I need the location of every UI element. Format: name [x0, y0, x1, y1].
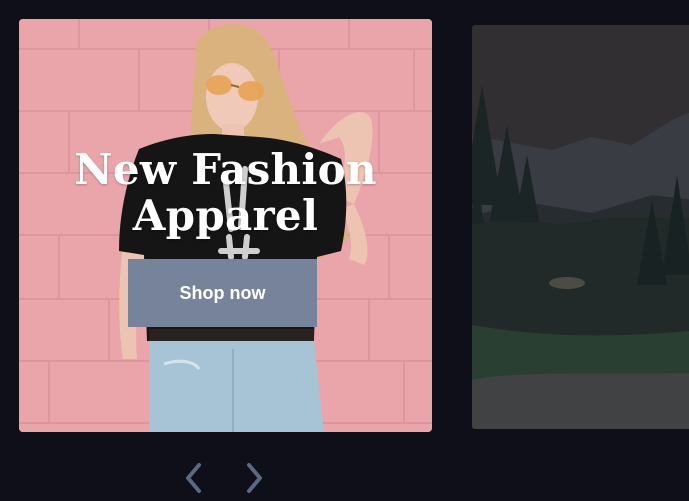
carousel-slide-next[interactable] [472, 25, 689, 429]
carousel-slide-active: New Fashion Apparel Shop now [19, 19, 432, 432]
chevron-left-icon[interactable] [181, 462, 207, 494]
slide-headline: New Fashion Apparel [74, 145, 377, 240]
shop-now-button[interactable]: Shop now [128, 259, 317, 327]
slide-photo-forest [472, 25, 689, 429]
chevron-right-icon[interactable] [241, 462, 267, 494]
